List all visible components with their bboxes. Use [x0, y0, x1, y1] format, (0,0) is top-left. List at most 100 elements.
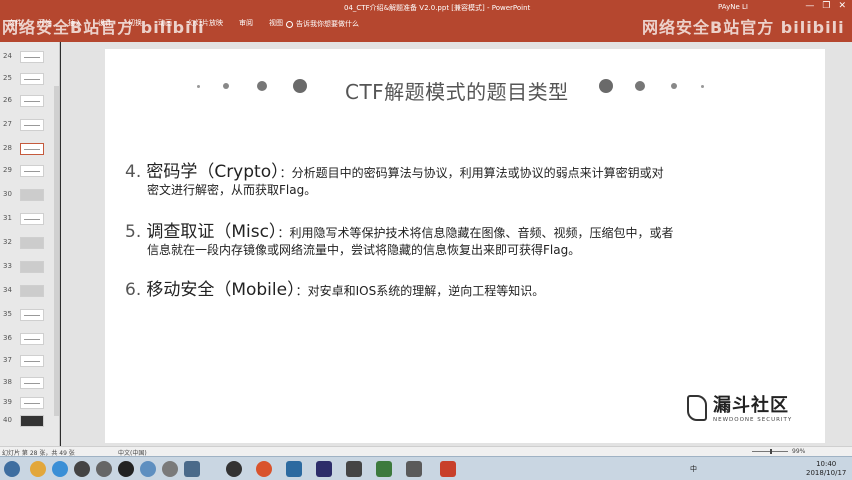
- clock[interactable]: 10:40 2018/10/17: [806, 460, 846, 478]
- zoom-level[interactable]: 99%: [792, 448, 805, 455]
- thumbnail-number: 40: [3, 416, 12, 424]
- thumbnail-number: 32: [3, 238, 12, 246]
- thumbnail-number: 28: [3, 144, 12, 152]
- thumbnail-35[interactable]: 35: [0, 308, 58, 322]
- thumbnail-number: 31: [3, 214, 12, 222]
- document-title: 04_CTF介绍&解题准备 V2.0.ppt [兼容模式] - PowerPoi…: [344, 4, 531, 12]
- watermark-right: 网络安全B站官方 bilibili: [642, 18, 845, 37]
- powerpoint-icon[interactable]: [440, 461, 456, 477]
- thumbnail-number: 34: [3, 286, 12, 294]
- ie-browser-icon[interactable]: [52, 461, 68, 477]
- thumbnail-number: 37: [3, 356, 12, 364]
- zoom-slider-handle[interactable]: [770, 449, 772, 454]
- slide-canvas[interactable]: CTF解题模式的题目类型 4. 密码学（Crypto）：分析题目中的密码算法与协…: [105, 49, 825, 443]
- tell-me-box[interactable]: 告诉我你想要做什么: [286, 19, 359, 29]
- decor-dot: [671, 83, 677, 89]
- thumbnail-image: [20, 397, 44, 409]
- lightbulb-icon: [286, 20, 293, 28]
- thumbnail-31[interactable]: 31: [0, 212, 58, 226]
- decor-dot: [257, 81, 267, 91]
- thumbnail-38[interactable]: 38: [0, 376, 58, 390]
- decor-dot: [635, 81, 645, 91]
- thumbnail-image: [20, 261, 44, 273]
- thumbnail-image: [20, 119, 44, 131]
- decor-dot: [701, 85, 704, 88]
- thumbnail-scrollbar[interactable]: [54, 86, 59, 416]
- thumbnail-24[interactable]: 24: [0, 50, 58, 64]
- thumbnail-33[interactable]: 33: [0, 260, 58, 274]
- logo-subtext: NEWDOONE SECURITY: [713, 417, 793, 423]
- start-button-icon[interactable]: [4, 461, 20, 477]
- file-explorer-icon[interactable]: [30, 461, 46, 477]
- thumbnail-number: 30: [3, 190, 12, 198]
- app-icon[interactable]: [346, 461, 362, 477]
- thumbnail-image: [20, 143, 44, 155]
- item-description-cont: 信息就在一段内存镜像或网络流量中，尝试将隐藏的信息恢复出来即可获得Flag。: [147, 243, 581, 257]
- decor-dot: [197, 85, 200, 88]
- thumbnail-29[interactable]: 29: [0, 164, 58, 178]
- thumbnail-image: [20, 95, 44, 107]
- close-button[interactable]: ✕: [838, 1, 846, 11]
- system-tray: 中: [690, 464, 697, 474]
- logo: 漏斗社区 NEWDOONE SECURITY: [687, 391, 797, 437]
- obs-icon[interactable]: [226, 461, 242, 477]
- thumbnail-number: 36: [3, 334, 12, 342]
- thumbnail-27[interactable]: 27: [0, 118, 58, 132]
- app-icon[interactable]: [286, 461, 302, 477]
- tab-review[interactable]: 审阅: [231, 16, 261, 32]
- chrome-icon[interactable]: [140, 461, 156, 477]
- item-number: 6.: [125, 280, 142, 300]
- thumbnail-30[interactable]: 30: [0, 188, 58, 202]
- media-player-icon[interactable]: [74, 461, 90, 477]
- tell-me-text: 告诉我你想要做什么: [296, 20, 359, 28]
- thumbnail-image: [20, 377, 44, 389]
- thumbnail-number: 35: [3, 310, 12, 318]
- list-item-mobile[interactable]: 6. 移动安全（Mobile）：对安卓和IOS系统的理解，逆向工程等知识。: [125, 275, 544, 300]
- thumbnail-image: [20, 189, 44, 201]
- thumbnail-40[interactable]: 40: [0, 414, 58, 428]
- cmd-icon[interactable]: [118, 461, 134, 477]
- clock-time: 10:40: [816, 460, 837, 468]
- app-icon[interactable]: [96, 461, 112, 477]
- slide-title-block: CTF解题模式的题目类型: [105, 74, 825, 104]
- thumbnail-image: [20, 165, 44, 177]
- list-item-misc[interactable]: 5. 调查取证（Misc）：利用隐写术等保护技术将信息隐藏在图像、音频、视频，压…: [125, 217, 673, 257]
- funnel-logo-icon: [687, 395, 707, 421]
- thumbnail-32[interactable]: 32: [0, 236, 58, 250]
- app-icon[interactable]: [316, 461, 332, 477]
- thumbnail-28[interactable]: 28: [0, 142, 58, 156]
- watermark-left: 网络安全B站官方 bilibili: [2, 18, 205, 37]
- thumbnail-image: [20, 73, 44, 85]
- firefox-icon[interactable]: [256, 461, 272, 477]
- thumbnail-37[interactable]: 37: [0, 354, 58, 368]
- user-name[interactable]: PAyNe LI: [718, 3, 748, 11]
- tray-language[interactable]: 中: [690, 464, 697, 474]
- thumbnail-image: [20, 333, 44, 345]
- item-description: ：对安卓和IOS系统的理解，逆向工程等知识。: [295, 284, 545, 298]
- thumbnail-26[interactable]: 26: [0, 94, 58, 108]
- thumbnail-25[interactable]: 25: [0, 72, 58, 86]
- app-icon[interactable]: [162, 461, 178, 477]
- thumbnail-36[interactable]: 36: [0, 332, 58, 346]
- status-bar: 幻灯片 第 28 张，共 49 张 中文(中国) 99%: [0, 446, 852, 457]
- ribbon: 04_CTF介绍&解题准备 V2.0.ppt [兼容模式] - PowerPoi…: [0, 0, 852, 42]
- app-icon[interactable]: [184, 461, 200, 477]
- app-icon[interactable]: [376, 461, 392, 477]
- item-heading: 密码学（Crypto）: [146, 162, 280, 182]
- minimize-button[interactable]: —: [805, 1, 814, 11]
- decor-dot: [223, 83, 229, 89]
- logo-text: 漏斗社区: [713, 395, 789, 416]
- thumbnail-image: [20, 355, 44, 367]
- taskbar: 中 10:40 2018/10/17: [0, 456, 852, 480]
- slide-title[interactable]: CTF解题模式的题目类型: [345, 76, 569, 105]
- app-icon[interactable]: [406, 461, 422, 477]
- thumbnail-34[interactable]: 34: [0, 284, 58, 298]
- slide-editor: CTF解题模式的题目类型 4. 密码学（Crypto）：分析题目中的密码算法与协…: [61, 42, 852, 446]
- thumbnail-number: 25: [3, 74, 12, 82]
- item-heading: 调查取证（Misc）: [146, 222, 278, 242]
- thumbnail-39[interactable]: 39: [0, 396, 58, 410]
- list-item-crypto[interactable]: 4. 密码学（Crypto）：分析题目中的密码算法与协议，利用算法或协议的弱点来…: [125, 157, 664, 197]
- decor-dot: [599, 79, 613, 93]
- restore-button[interactable]: ❐: [822, 1, 830, 11]
- decor-dot: [293, 79, 307, 93]
